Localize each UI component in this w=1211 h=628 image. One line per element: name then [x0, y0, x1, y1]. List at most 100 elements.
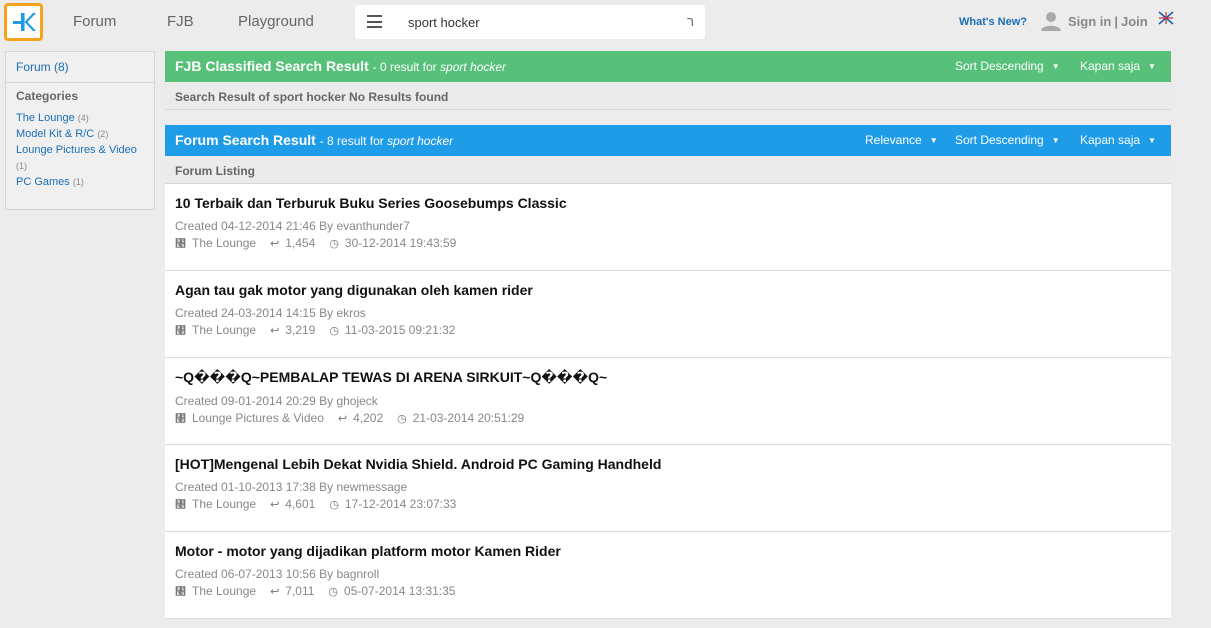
- clock-icon: ◷: [397, 413, 407, 425]
- folder-icon: ㇩: [175, 238, 186, 250]
- thread-reply-count: 1,454: [285, 236, 316, 250]
- folder-icon: ㇩: [175, 499, 186, 511]
- category-item: PC Games (1): [16, 174, 144, 190]
- clock-icon: ◷: [329, 325, 339, 337]
- forum-relevance-dropdown[interactable]: Relevance ▼: [865, 133, 938, 147]
- forum-listing-label: Forum Listing: [165, 156, 1171, 184]
- forum-relevance-label: Relevance: [865, 133, 922, 147]
- caret-down-icon: ▼: [929, 136, 938, 145]
- fjb-time-label: Kapan saja: [1080, 59, 1141, 73]
- forum-sort-dropdown[interactable]: Sort Descending ▼: [955, 133, 1060, 147]
- sidebar: Forum (8) Categories The Lounge (4) Mode…: [5, 51, 155, 210]
- category-count: (2): [97, 129, 109, 139]
- thread-reply-count: 4,601: [285, 497, 316, 511]
- thread-category-link[interactable]: The Lounge: [192, 323, 256, 337]
- thread-created-info: Created 09-01-2014 20:29 By ghojeck: [175, 394, 378, 408]
- fjb-result-summary: - 0 result for sport hocker: [373, 60, 506, 74]
- thread-stats: ㇩ The Lounge ↩ 4,601 ◷ 17-12-2014 23:07:33: [175, 497, 1161, 511]
- thread-category-link[interactable]: The Lounge: [192, 584, 256, 598]
- join-link[interactable]: Join: [1121, 14, 1148, 29]
- sign-in-link[interactable]: Sign in: [1068, 14, 1111, 29]
- caret-down-icon: ▼: [1148, 62, 1156, 71]
- folder-icon: ㇩: [175, 325, 186, 337]
- fjb-query-text: sport hocker: [440, 60, 507, 74]
- forum-count-link[interactable]: Forum (8): [6, 52, 154, 83]
- reply-icon: ↩: [270, 325, 280, 337]
- forum-query-text: sport hocker: [387, 134, 454, 148]
- forum-sort-label: Sort Descending: [955, 133, 1044, 147]
- logo-k-icon: [13, 13, 36, 31]
- thread-title-link[interactable]: 10 Terbaik dan Terburuk Buku Series Goos…: [175, 195, 1161, 211]
- language-flag-icon[interactable]: [1158, 11, 1174, 25]
- fjb-summary-text: - 0 result for: [372, 60, 437, 74]
- thread-stats: ㇩ Lounge Pictures & Video ↩ 4,202 ◷ 21-03-201…: [175, 411, 1161, 425]
- fjb-sort-label: Sort Descending: [955, 59, 1044, 73]
- thread-result: Agan tau gak motor yang digunakan oleh k…: [165, 271, 1171, 358]
- fjb-sort-dropdown[interactable]: Sort Descending ▼: [955, 59, 1060, 73]
- forum-summary-text: - 8 result for: [319, 134, 384, 148]
- fjb-no-results: Search Result of sport hocker No Results…: [165, 82, 1171, 110]
- thread-title-link[interactable]: ~Q���Q~PEMBALAP TEWAS DI ARENA SIRKUIT~Q…: [175, 369, 1161, 386]
- thread-last-post: 05-07-2014 13:31:35: [344, 584, 456, 598]
- category-count: (1): [16, 161, 27, 171]
- reply-icon: ↩: [270, 499, 280, 511]
- category-item: The Lounge (4): [16, 110, 144, 126]
- category-count: (1): [72, 177, 84, 187]
- thread-created-info: Created 04-12-2014 21:46 By evanthunder7: [175, 219, 410, 233]
- nav-playground-link[interactable]: Playground: [238, 13, 314, 30]
- categories-title: Categories: [16, 89, 79, 103]
- thread-last-post: 30-12-2014 19:43:59: [344, 236, 457, 250]
- category-link[interactable]: The Lounge: [16, 112, 75, 124]
- thread-category-link[interactable]: The Lounge: [192, 497, 256, 511]
- category-item: Lounge Pictures & Video (1): [16, 142, 144, 174]
- forum-result-header: Forum Search Result - 8 result for sport…: [165, 125, 1171, 156]
- category-link[interactable]: Lounge Pictures & Video: [16, 144, 137, 156]
- thread-result: ~Q���Q~PEMBALAP TEWAS DI ARENA SIRKUIT~Q…: [165, 358, 1171, 445]
- category-count: (4): [77, 113, 89, 123]
- clock-icon: ◷: [329, 238, 339, 250]
- thread-category-link[interactable]: Lounge Pictures & Video: [192, 411, 324, 425]
- forum-result-title: Forum Search Result - 8 result for sport…: [175, 132, 453, 148]
- forum-time-dropdown[interactable]: Kapan saja ▼: [1080, 133, 1156, 147]
- reply-icon: ↩: [270, 238, 280, 250]
- nav-fjb-link[interactable]: FJB: [167, 13, 194, 30]
- menu-icon[interactable]: [367, 15, 382, 28]
- search-input[interactable]: sport hocker: [408, 15, 480, 30]
- nav-forum-link[interactable]: Forum: [73, 13, 116, 30]
- thread-created-info: Created 24-03-2014 14:15 By ekros: [175, 306, 366, 320]
- fjb-title-text: FJB Classified Search Result: [175, 58, 369, 74]
- user-icon: [1041, 12, 1061, 31]
- thread-result: 10 Terbaik dan Terburuk Buku Series Goos…: [165, 184, 1171, 271]
- thread-created-info: Created 01-10-2013 17:38 By newmessage: [175, 480, 408, 494]
- thread-title-link[interactable]: [HOT]Mengenal Lebih Dekat Nvidia Shield.…: [175, 456, 1161, 472]
- fjb-result-header: FJB Classified Search Result - 0 result …: [165, 51, 1171, 82]
- thread-result: Motor - motor yang dijadikan platform mo…: [165, 532, 1171, 619]
- forum-result-summary: - 8 result for sport hocker: [320, 134, 453, 148]
- thread-reply-count: 3,219: [285, 323, 316, 337]
- kaskus-logo[interactable]: [4, 3, 43, 41]
- fjb-time-dropdown[interactable]: Kapan saja ▼: [1080, 59, 1156, 73]
- thread-title-link[interactable]: Agan tau gak motor yang digunakan oleh k…: [175, 282, 1161, 298]
- reply-icon: ↩: [270, 586, 280, 598]
- forum-title-text: Forum Search Result: [175, 132, 316, 148]
- account-separator: |: [1114, 14, 1118, 29]
- thread-reply-count: 4,202: [353, 411, 384, 425]
- category-link[interactable]: Model Kit & R/C: [16, 128, 94, 140]
- thread-stats: ㇩ The Lounge ↩ 1,454 ◷ 30-12-2014 19:43:59: [175, 236, 1161, 250]
- category-list: The Lounge (4) Model Kit & R/C (2) Loung…: [6, 103, 154, 190]
- thread-reply-count: 7,011: [285, 584, 315, 598]
- caret-down-icon: ▼: [1051, 62, 1060, 71]
- thread-title-link[interactable]: Motor - motor yang dijadikan platform mo…: [175, 543, 1161, 559]
- thread-stats: ㇩ The Lounge ↩ 7,011 ◷ 05-07-2014 13:31:35: [175, 584, 1161, 598]
- category-link[interactable]: PC Games: [16, 176, 70, 188]
- thread-category-link[interactable]: The Lounge: [192, 236, 256, 250]
- category-item: Model Kit & R/C (2): [16, 126, 144, 142]
- top-bar: Forum FJB Playground sport hocker ר What…: [0, 0, 1211, 46]
- search-box: sport hocker ר: [355, 5, 705, 39]
- clock-icon: ◷: [329, 499, 339, 511]
- thread-last-post: 17-12-2014 23:07:33: [344, 497, 457, 511]
- folder-icon: ㇩: [175, 413, 186, 425]
- thread-last-post: 21-03-2014 20:51:29: [412, 411, 525, 425]
- whats-new-link[interactable]: What's New?: [959, 16, 1027, 28]
- thread-stats: ㇩ The Lounge ↩ 3,219 ◷ 11-03-2015 09:21:32: [175, 323, 1161, 337]
